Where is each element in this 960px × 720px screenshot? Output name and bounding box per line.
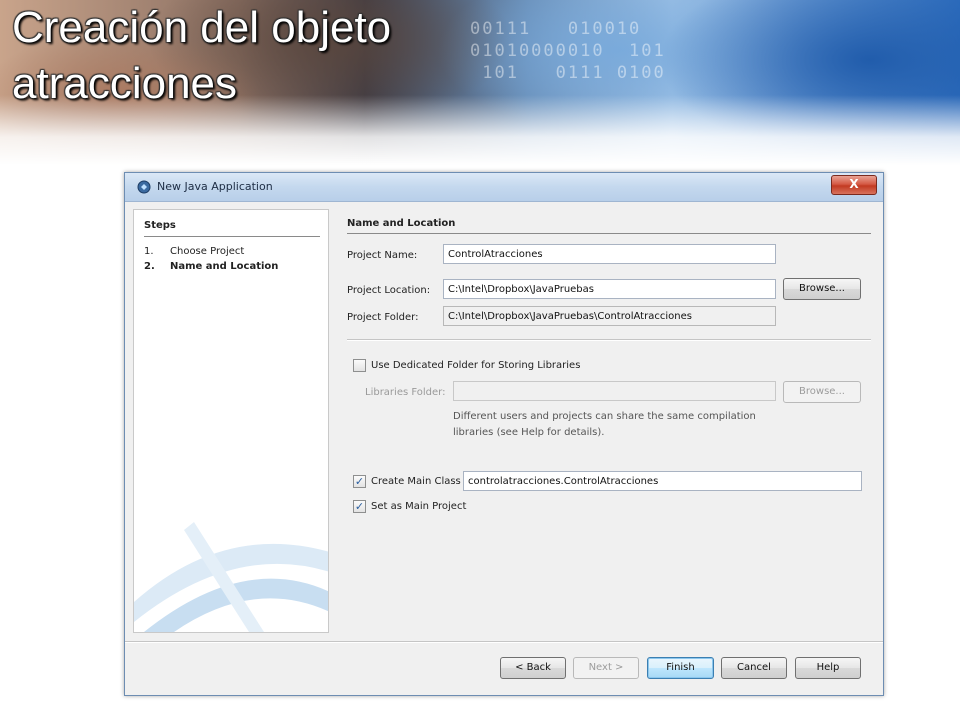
finish-button[interactable]: Finish — [647, 657, 714, 679]
button-bar-divider — [125, 641, 883, 643]
checkmark-icon: ✓ — [354, 500, 365, 513]
step-number: 2. — [144, 261, 155, 272]
netbeans-app-icon — [137, 180, 151, 194]
libraries-folder-label: Libraries Folder: — [365, 387, 446, 398]
checkmark-icon: ✓ — [354, 475, 365, 488]
browse-location-button[interactable]: Browse... — [783, 278, 861, 300]
steps-header-divider — [144, 236, 320, 237]
dialog-titlebar[interactable]: New Java Application X — [125, 173, 883, 202]
browse-libraries-button[interactable]: Browse... — [783, 381, 861, 403]
slide-title-line-2: atracciones — [12, 59, 238, 108]
set-main-project-label[interactable]: Set as Main Project — [371, 501, 466, 512]
netbeans-watermark-graphic — [134, 522, 328, 632]
close-icon: X — [849, 177, 859, 191]
steps-header: Steps — [144, 220, 176, 231]
main-class-input[interactable] — [463, 471, 862, 491]
project-location-input[interactable] — [443, 279, 776, 299]
dialog-title: New Java Application — [157, 180, 273, 193]
new-java-application-dialog: New Java Application X Steps 1. Choose Pr… — [124, 172, 884, 696]
create-main-class-checkbox[interactable]: ✓ — [353, 475, 366, 488]
binary-digits-decoration: 00111 010010 01010000010 101 101 0111 01… — [470, 19, 666, 83]
slide-title-line-1: Creación del objeto — [12, 3, 392, 52]
set-main-project-checkbox[interactable]: ✓ — [353, 500, 366, 513]
project-location-label: Project Location: — [347, 285, 431, 296]
libraries-folder-input[interactable] — [453, 381, 776, 401]
project-name-input[interactable] — [443, 244, 776, 264]
close-button[interactable]: X — [831, 175, 877, 195]
slide-title: Creación del objeto atracciones — [12, 0, 391, 112]
section-title: Name and Location — [347, 218, 456, 229]
project-folder-input[interactable] — [443, 306, 776, 326]
cancel-button[interactable]: Cancel — [721, 657, 787, 679]
step-label: Choose Project — [170, 246, 245, 257]
project-folder-label: Project Folder: — [347, 312, 419, 323]
dedicated-folder-checkbox[interactable] — [353, 359, 366, 372]
dedicated-folder-label[interactable]: Use Dedicated Folder for Storing Librari… — [371, 360, 580, 371]
libraries-description: Different users and projects can share t… — [453, 411, 756, 438]
step-label: Name and Location — [170, 261, 279, 272]
create-main-class-label[interactable]: Create Main Class — [371, 476, 461, 487]
step-choose-project: 1. Choose Project — [144, 246, 244, 257]
help-button[interactable]: Help — [795, 657, 861, 679]
section-divider — [347, 233, 871, 234]
project-name-label: Project Name: — [347, 250, 418, 261]
steps-panel: Steps 1. Choose Project 2. Name and Locati… — [133, 209, 329, 633]
next-button[interactable]: Next > — [573, 657, 639, 679]
options-divider — [347, 339, 871, 341]
step-number: 1. — [144, 246, 154, 257]
step-name-and-location: 2. Name and Location — [144, 261, 278, 272]
back-button[interactable]: < Back — [500, 657, 566, 679]
